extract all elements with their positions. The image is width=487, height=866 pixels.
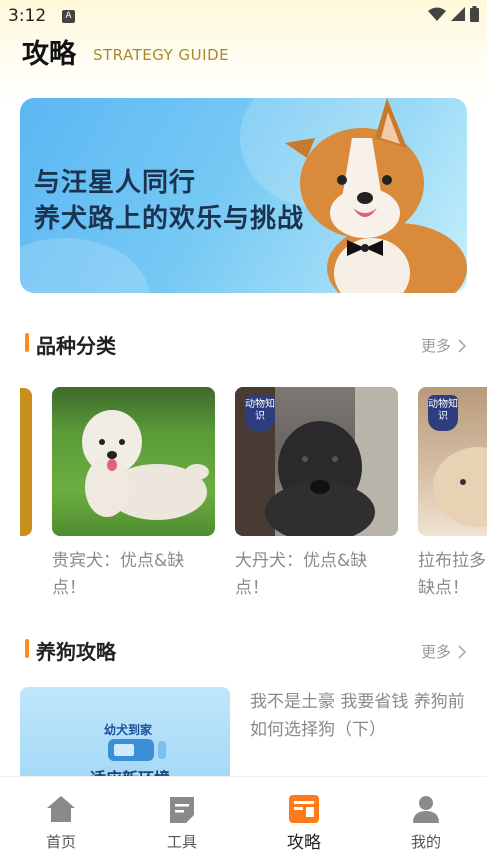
guide-more-link[interactable]: 更多: [421, 641, 467, 662]
guide-section-title: 养狗攻略: [36, 640, 116, 664]
tab-profile[interactable]: 我的: [376, 777, 476, 857]
banner-headline: 与汪星人同行: [34, 168, 197, 198]
wifi-icon: [428, 7, 446, 21]
breed-caption: 贵宾犬：优点&缺点！: [52, 551, 185, 598]
banner-decoration: [20, 238, 150, 293]
tab-label: 工具: [166, 833, 197, 851]
home-icon: [47, 796, 75, 822]
tab-label: 攻略: [287, 833, 321, 853]
page-subtitle: STRATEGY GUIDE: [93, 46, 230, 64]
tab-label: 我的: [410, 833, 441, 851]
chevron-right-icon: [458, 338, 467, 353]
breed-caption: 拉布拉多犬：优点&缺点！: [418, 551, 487, 598]
promo-banner[interactable]: 与汪星人同行 养犬路上的欢乐与挑战: [20, 98, 467, 293]
partial-card[interactable]: [20, 388, 32, 536]
article-thumbnail[interactable]: 幼犬到家 适应新环境: [20, 687, 230, 777]
section-accent-bar: [25, 333, 29, 352]
animal-knowledge-badge: 动物知识: [245, 395, 275, 431]
chevron-right-icon: [458, 644, 467, 659]
status-time: 3:12: [8, 6, 47, 26]
breed-card-poodle[interactable]: 贵宾犬：优点&缺点！: [52, 387, 215, 602]
banner-subheadline: 养犬路上的欢乐与挑战: [34, 204, 305, 234]
section-accent-bar: [25, 639, 29, 658]
labrador-image: 动物知识: [418, 387, 487, 536]
guide-section-header: 养狗攻略 更多: [22, 636, 467, 664]
bottom-tab-bar: 首页 工具 攻略 我的: [0, 776, 487, 866]
profile-icon: [413, 796, 439, 823]
more-label: 更多: [420, 337, 451, 355]
status-bar: 3:12 A: [0, 0, 487, 32]
signal-icon: [451, 7, 465, 21]
poodle-image: [52, 387, 215, 536]
tab-tools[interactable]: 工具: [132, 777, 232, 857]
notification-a-icon: A: [62, 10, 75, 23]
more-label: 更多: [420, 643, 451, 661]
page-title: 攻略: [22, 39, 76, 70]
corgi-illustration: [285, 98, 467, 293]
article-title[interactable]: 我不是土豪 我要省钱 养狗前如何选择狗（下）: [250, 688, 465, 744]
breed-section-title: 品种分类: [36, 334, 116, 358]
great-dane-image: 动物知识: [235, 387, 398, 536]
animal-knowledge-badge: 动物知识: [428, 395, 458, 431]
poodle-illustration: [82, 410, 209, 520]
guide-icon: [289, 795, 319, 823]
tools-icon: [170, 797, 194, 823]
breed-card-great-dane[interactable]: 动物知识 大丹犬：优点&缺点！: [235, 387, 398, 602]
breed-section-header: 品种分类 更多: [22, 330, 467, 358]
breed-carousel[interactable]: 贵宾犬：优点&缺点！ 动物知识 大丹犬：优点&缺点！ 动物知识 拉布拉多犬: [20, 387, 487, 607]
breed-caption: 大丹犬：优点&缺点！: [235, 551, 368, 598]
breed-card-labrador[interactable]: 动物知识 拉布拉多犬：优点&缺点！: [418, 387, 487, 602]
tab-home[interactable]: 首页: [11, 777, 111, 857]
status-icons: [428, 6, 479, 22]
tab-label: 首页: [45, 833, 76, 851]
pet-carrier-icon: [108, 739, 166, 761]
tab-guide[interactable]: 攻略: [254, 777, 354, 857]
breed-more-link[interactable]: 更多: [421, 335, 467, 356]
battery-icon: [470, 6, 479, 22]
